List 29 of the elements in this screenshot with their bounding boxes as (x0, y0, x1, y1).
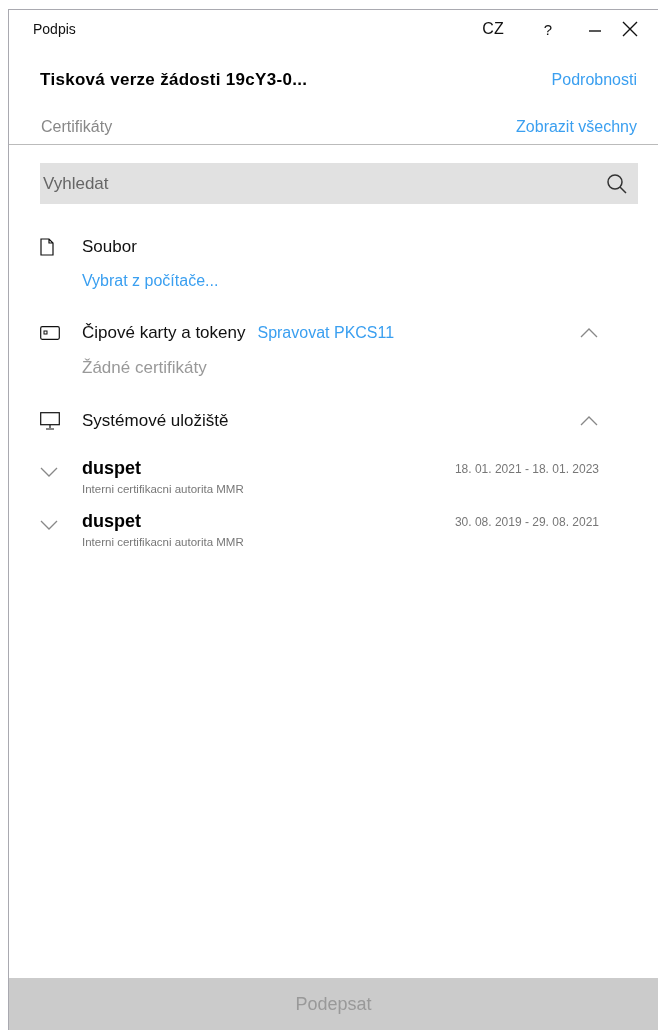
document-title: Tisková verze žádosti 19cY3-0... (40, 70, 308, 90)
show-all-link[interactable]: Zobrazit všechny (516, 118, 637, 136)
certificates-label: Certifikáty (41, 118, 113, 136)
chevron-down-icon[interactable] (40, 467, 58, 477)
close-icon[interactable] (622, 21, 638, 37)
choose-file-link[interactable]: Vybrat z počítače... (82, 272, 219, 289)
empty-message: Žádné certifikáty (82, 358, 207, 377)
validity-dates: 18. 01. 2021 - 18. 01. 2023 (454, 461, 599, 476)
help-button[interactable]: ? (543, 20, 552, 38)
details-link[interactable]: Podrobnosti (551, 71, 637, 89)
language-button[interactable]: CZ (482, 20, 504, 38)
search-field[interactable]: Vyhledat (40, 163, 638, 204)
manage-link[interactable]: Spravovat PKCS11 (257, 324, 395, 342)
chevron-up-icon[interactable] (580, 416, 598, 426)
document-icon (40, 238, 54, 256)
window-title: Podpis (33, 21, 77, 37)
certificate-issuer: Interni certifikacni autorita MMR (82, 536, 245, 548)
section-title: Soubor (82, 237, 137, 257)
certificate-name[interactable]: duspet (82, 511, 141, 532)
section-title: Systémové uložiště (82, 411, 229, 431)
chevron-up-icon[interactable] (580, 328, 598, 338)
chevron-down-icon[interactable] (40, 520, 58, 530)
monitor-icon (40, 412, 60, 430)
section-title: Čipové karty a tokeny (82, 323, 246, 343)
search-icon (606, 173, 628, 195)
validity-dates: 30. 08. 2019 - 29. 08. 2021 (454, 514, 599, 529)
certificate-name[interactable]: duspet (82, 458, 141, 479)
certificate-issuer: Interni certifikacni autorita MMR (82, 483, 245, 495)
card-icon (40, 326, 60, 340)
